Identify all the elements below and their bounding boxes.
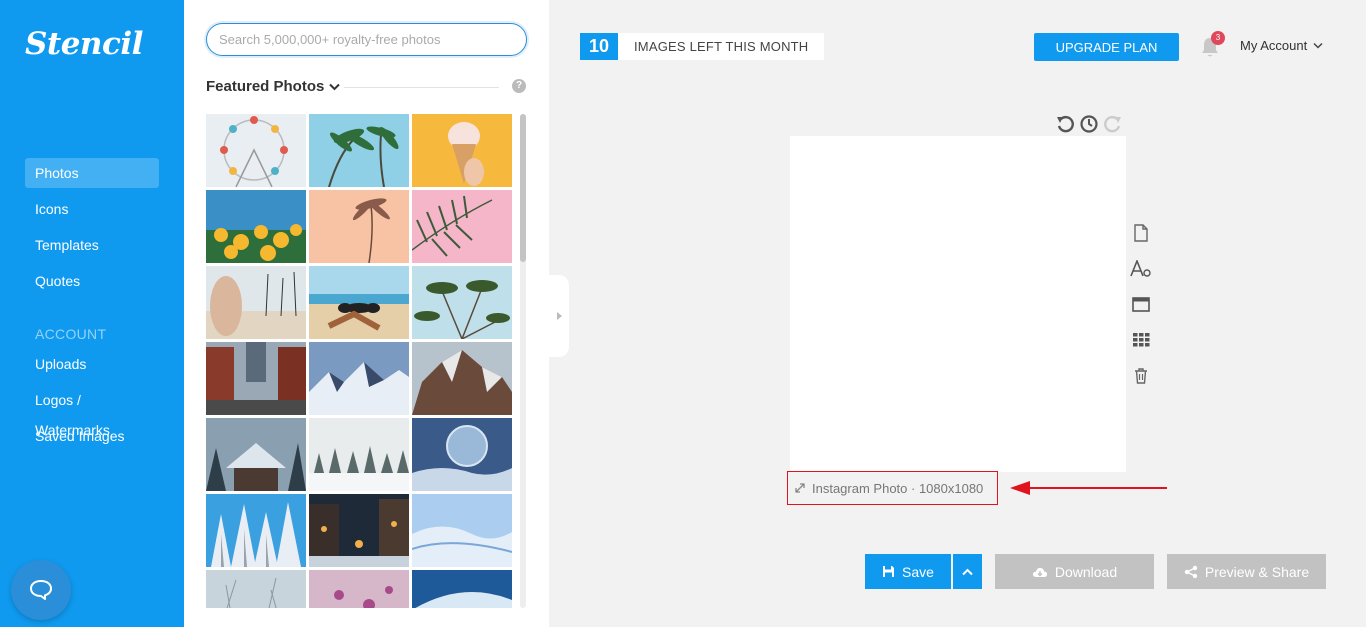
annotation-arrow	[1010, 481, 1167, 495]
save-options-button[interactable]	[953, 554, 982, 589]
photo-thumbnail[interactable]	[206, 570, 306, 608]
preview-share-label: Preview & Share	[1204, 563, 1310, 580]
photo-thumbnail[interactable]	[412, 114, 512, 187]
photo-thumbnail[interactable]	[309, 418, 409, 491]
featured-photos-dropdown[interactable]: Featured Photos	[206, 78, 341, 95]
undo-icon[interactable]	[1055, 114, 1075, 134]
photo-thumbnail[interactable]	[412, 342, 512, 415]
caret-right-icon	[556, 312, 562, 320]
sidebar-item-saved-images[interactable]: Saved Images	[25, 421, 159, 451]
photo-thumbnail[interactable]	[206, 418, 306, 491]
cloud-download-icon	[1032, 567, 1047, 577]
chevron-up-icon	[962, 568, 973, 575]
redo-icon[interactable]	[1103, 114, 1123, 134]
window-icon	[1132, 296, 1150, 312]
preview-share-button[interactable]: Preview & Share	[1167, 554, 1326, 589]
sidebar: Stencil Photos Icons Templates Quotes AC…	[0, 0, 184, 627]
document-icon	[1134, 224, 1148, 242]
share-icon	[1184, 565, 1198, 578]
save-label: Save	[902, 563, 934, 580]
floppy-disk-icon	[883, 566, 895, 577]
text-tool[interactable]	[1130, 258, 1152, 280]
photo-thumbnail[interactable]	[309, 114, 409, 187]
canvas-size-text: Instagram Photo · 1080x1080	[812, 480, 984, 496]
notification-badge: 3	[1211, 31, 1225, 45]
grid-icon	[1132, 333, 1149, 347]
photos-panel: Featured Photos ?	[184, 0, 549, 627]
divider	[344, 87, 499, 88]
sidebar-item-icons[interactable]: Icons	[25, 194, 159, 224]
chat-icon	[30, 580, 52, 600]
delete-tool[interactable]	[1130, 365, 1152, 387]
help-icon[interactable]: ?	[512, 79, 526, 93]
sidebar-section-account: ACCOUNT	[35, 326, 107, 342]
photo-thumbnail[interactable]	[412, 418, 512, 491]
save-button[interactable]: Save	[865, 554, 951, 589]
photo-thumbnail[interactable]	[206, 114, 306, 187]
sidebar-item-uploads[interactable]: Uploads	[25, 349, 159, 379]
photo-thumbnail[interactable]	[309, 342, 409, 415]
photo-grid	[206, 114, 512, 608]
featured-photos-title: Featured Photos	[206, 78, 325, 95]
photo-thumbnail[interactable]	[309, 570, 409, 608]
photo-thumbnail[interactable]	[412, 266, 512, 339]
text-settings-icon	[1130, 260, 1151, 277]
window-tool[interactable]	[1130, 293, 1152, 315]
chevron-down-icon	[329, 83, 341, 90]
photo-thumbnail[interactable]	[412, 570, 512, 608]
photo-thumbnail[interactable]	[412, 494, 512, 567]
chevron-down-icon	[1313, 42, 1323, 49]
download-button[interactable]: Download	[995, 554, 1154, 589]
page-tool[interactable]	[1130, 222, 1152, 244]
sidebar-item-templates[interactable]: Templates	[25, 230, 159, 260]
images-left-label: IMAGES LEFT THIS MONTH	[634, 39, 809, 54]
photo-thumbnail[interactable]	[206, 494, 306, 567]
photo-thumbnail[interactable]	[309, 190, 409, 263]
photo-thumbnail[interactable]	[206, 190, 306, 263]
photo-thumbnail[interactable]	[412, 190, 512, 263]
design-canvas[interactable]	[790, 136, 1126, 472]
grid-tool[interactable]	[1130, 329, 1152, 351]
sidebar-item-quotes[interactable]: Quotes	[25, 266, 159, 296]
photo-thumbnail[interactable]	[309, 494, 409, 567]
photo-thumbnail[interactable]	[206, 342, 306, 415]
stencil-logo[interactable]: Stencil	[25, 26, 143, 62]
images-left-count: 10	[580, 33, 618, 60]
chat-button[interactable]	[11, 560, 71, 620]
my-account-label: My Account	[1240, 38, 1308, 53]
sidebar-item-photos[interactable]: Photos	[25, 158, 159, 188]
canvas-size-label[interactable]: Instagram Photo · 1080x1080	[787, 471, 998, 505]
scrollbar-thumb[interactable]	[520, 114, 526, 262]
trash-icon	[1135, 368, 1147, 384]
images-left-counter: 10 IMAGES LEFT THIS MONTH	[580, 33, 825, 60]
photo-thumbnail[interactable]	[309, 266, 409, 339]
download-label: Download	[1054, 563, 1118, 580]
sidebar-item-logos-watermarks[interactable]: Logos / Watermarks	[25, 385, 159, 438]
history-icon[interactable]	[1079, 114, 1099, 134]
my-account-menu[interactable]: My Account	[1240, 38, 1323, 53]
collapse-panel-toggle[interactable]	[549, 275, 569, 357]
resize-icon	[795, 483, 805, 493]
photo-search-input[interactable]	[206, 23, 527, 56]
photo-thumbnail[interactable]	[206, 266, 306, 339]
photo-grid-scrollbar[interactable]	[520, 114, 526, 608]
upgrade-plan-button[interactable]: UPGRADE PLAN	[1034, 33, 1179, 61]
